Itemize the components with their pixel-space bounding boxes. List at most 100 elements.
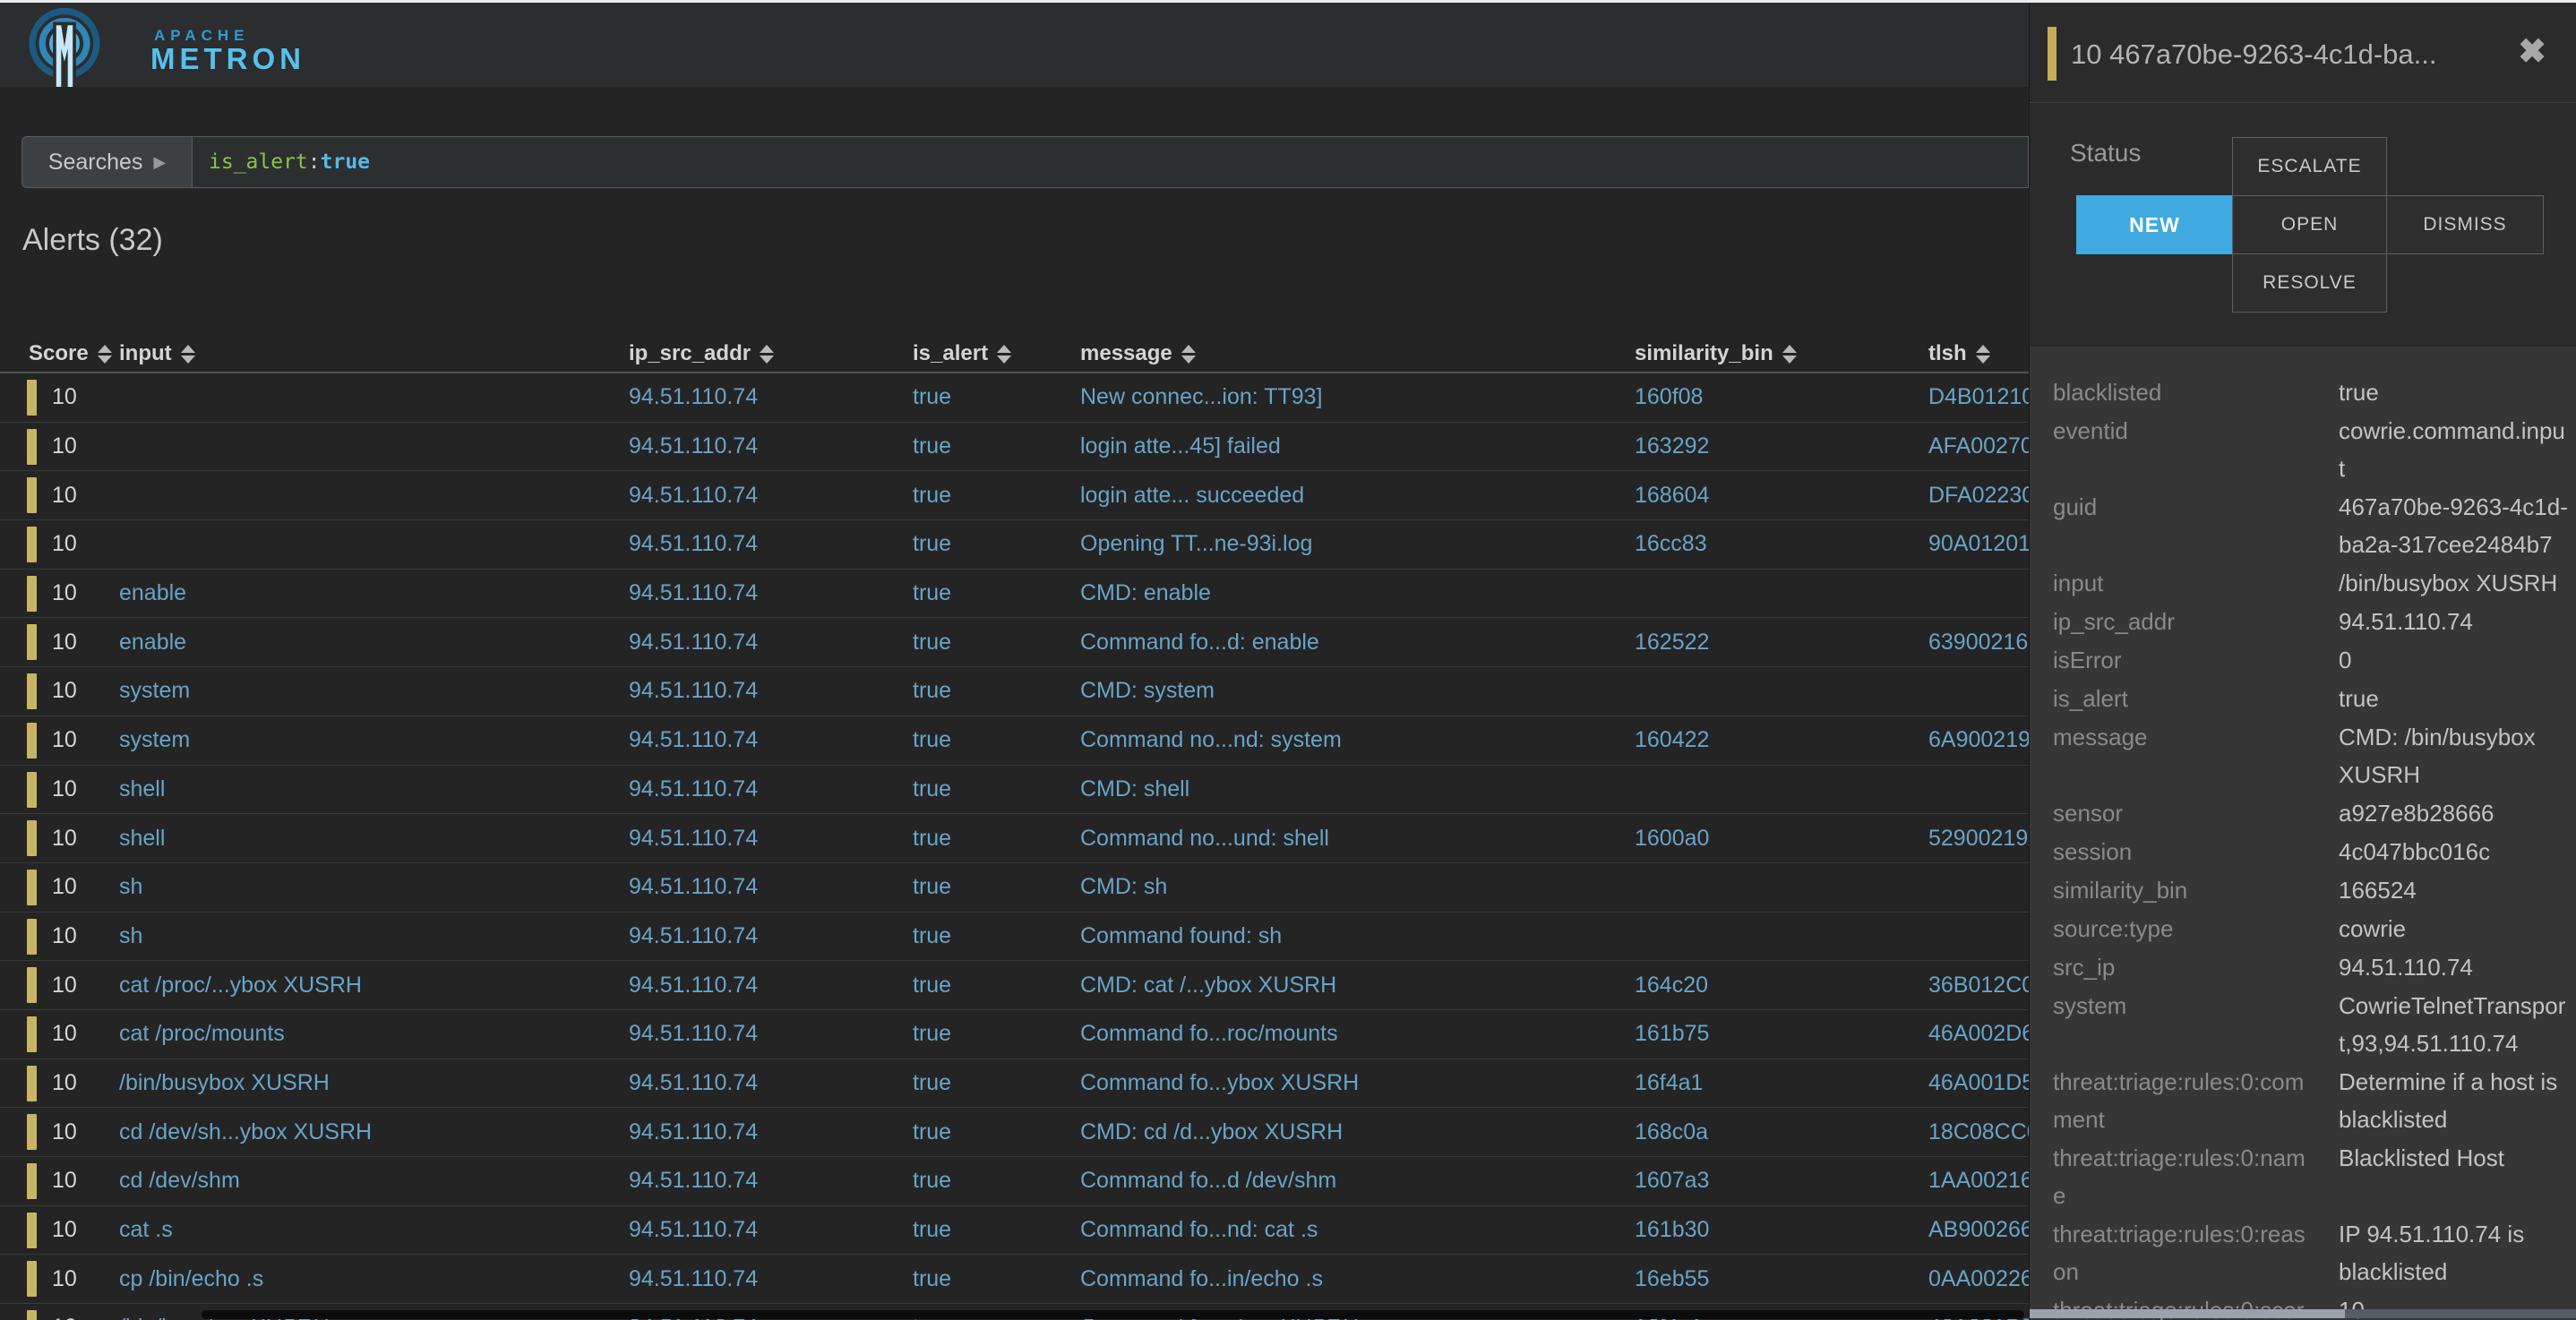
table-row[interactable]: 10/bin/busybox XUSRH94.51.110.74trueComm… bbox=[0, 1059, 2029, 1109]
cell-ip: 94.51.110.74 bbox=[629, 1059, 758, 1108]
cell-input: shell bbox=[119, 814, 621, 862]
column-header-score[interactable]: Score bbox=[29, 336, 112, 372]
table-row[interactable]: 1094.51.110.74trueOpening TT...ne-93i.lo… bbox=[0, 520, 2029, 570]
resolve-status-button[interactable]: RESOLVE bbox=[2232, 253, 2387, 313]
cell-alert: true bbox=[913, 471, 951, 519]
cell-input: cat /proc/mounts bbox=[119, 1010, 621, 1059]
cell-input: system bbox=[119, 716, 621, 765]
score-accent-bar bbox=[27, 870, 37, 905]
score-accent-bar bbox=[27, 624, 37, 660]
new-status-button[interactable]: NEW bbox=[2076, 195, 2233, 254]
table-row[interactable]: 10sh94.51.110.74trueCMD: sh bbox=[0, 863, 2029, 913]
column-header-ip[interactable]: ip_src_addr bbox=[629, 336, 774, 372]
cell-alert: true bbox=[913, 423, 951, 471]
table-row[interactable]: 10cat /proc/mounts94.51.110.74trueComman… bbox=[0, 1010, 2029, 1059]
caret-right-icon: ▶ bbox=[153, 153, 166, 172]
detail-value: 166524 bbox=[2339, 871, 2568, 909]
table-row[interactable]: 1094.51.110.74truelogin atte...45] faile… bbox=[0, 423, 2029, 472]
table-row[interactable]: 1094.51.110.74truelogin atte... succeede… bbox=[0, 471, 2029, 520]
column-header-input[interactable]: input bbox=[119, 336, 195, 372]
column-header-msg[interactable]: message bbox=[1080, 336, 1196, 372]
cell-alert: true bbox=[913, 618, 951, 666]
cell-msg: CMD: cat /...ybox XUSRH bbox=[1080, 961, 1627, 1009]
table-horizontal-scrollbar[interactable] bbox=[202, 1310, 2024, 1319]
cell-alert: true bbox=[913, 1157, 951, 1205]
table-row[interactable]: 10cat .s94.51.110.74trueCommand fo...nd:… bbox=[0, 1206, 2029, 1256]
column-header-alert[interactable]: is_alert bbox=[913, 336, 1011, 372]
table-row[interactable]: 10cd /dev/shm94.51.110.74trueCommand fo.… bbox=[0, 1157, 2029, 1206]
cell-score: 10 bbox=[52, 1157, 77, 1205]
brand-metron-label: METRON bbox=[150, 42, 305, 76]
score-accent-bar bbox=[27, 527, 37, 562]
cell-ip: 94.51.110.74 bbox=[629, 913, 758, 961]
cell-sim: 16f4a1 bbox=[1635, 1059, 1703, 1108]
table-row[interactable]: 10system94.51.110.74trueCommand no...nd:… bbox=[0, 716, 2029, 766]
column-header-tlsh[interactable]: tlsh bbox=[1928, 336, 1990, 372]
column-header-label: ip_src_addr bbox=[629, 341, 751, 366]
cell-ip: 94.51.110.74 bbox=[629, 1010, 758, 1059]
cell-tlsh: AB9002661 bbox=[1928, 1206, 2029, 1255]
cell-input: system bbox=[119, 667, 621, 716]
open-status-button[interactable]: OPEN bbox=[2232, 195, 2387, 254]
cell-alert: true bbox=[913, 913, 951, 961]
detail-row: blacklistedtrue bbox=[2053, 373, 2568, 411]
detail-row: session4c047bbc016c bbox=[2053, 833, 2568, 870]
escalate-button[interactable]: ESCALATE bbox=[2232, 137, 2387, 196]
table-row[interactable]: 10shell94.51.110.74trueCMD: shell bbox=[0, 766, 2029, 815]
detail-value: IP 94.51.110.74 is blacklisted bbox=[2339, 1215, 2568, 1290]
cell-msg: Command fo...ybox XUSRH bbox=[1080, 1059, 1627, 1108]
search-query-input[interactable]: is_alert : true bbox=[193, 136, 2029, 188]
table-row[interactable]: 10shell94.51.110.74trueCommand no...und:… bbox=[0, 814, 2029, 863]
detail-key: threat:triage:rules:0:reason bbox=[2053, 1215, 2311, 1290]
cell-msg: Command fo...d /dev/shm bbox=[1080, 1157, 1627, 1205]
cell-tlsh bbox=[1928, 667, 2029, 716]
detail-value: cowrie bbox=[2339, 910, 2568, 947]
cell-msg: Command no...nd: system bbox=[1080, 716, 1627, 765]
cell-score: 10 bbox=[52, 423, 77, 471]
cell-tlsh: 52900219A bbox=[1928, 814, 2029, 862]
cell-msg: New connec...ion: TT93] bbox=[1080, 373, 1627, 422]
score-accent-bar bbox=[27, 1310, 37, 1320]
cell-sim: 168604 bbox=[1635, 471, 1709, 519]
table-row[interactable]: 10sh94.51.110.74trueCommand found: sh bbox=[0, 913, 2029, 962]
table-row[interactable]: 10enable94.51.110.74trueCommand fo...d: … bbox=[0, 618, 2029, 667]
cell-tlsh bbox=[1928, 863, 2029, 912]
panel-scrollbar-thumb[interactable] bbox=[2030, 1309, 2345, 1318]
cell-alert: true bbox=[913, 814, 951, 862]
table-row[interactable]: 10cd /dev/sh...ybox XUSRH94.51.110.74tru… bbox=[0, 1108, 2029, 1157]
query-colon-token: : bbox=[308, 150, 321, 174]
detail-value: true bbox=[2339, 680, 2568, 717]
score-accent-bar bbox=[27, 820, 37, 856]
cell-msg: login atte... succeeded bbox=[1080, 471, 1627, 519]
detail-key: system bbox=[2053, 987, 2311, 1062]
cell-input: sh bbox=[119, 863, 621, 912]
table-row[interactable]: 10enable94.51.110.74trueCMD: enable bbox=[0, 570, 2029, 619]
table-row[interactable]: 1094.51.110.74trueNew connec...ion: TT93… bbox=[0, 373, 2029, 423]
score-accent-bar bbox=[27, 477, 37, 513]
close-icon[interactable]: ✖ bbox=[2518, 35, 2546, 69]
cell-score: 10 bbox=[52, 1206, 77, 1255]
detail-value: 4c047bbc016c bbox=[2339, 833, 2568, 870]
cell-ip: 94.51.110.74 bbox=[629, 520, 758, 569]
searches-menu-button[interactable]: Searches ▶ bbox=[21, 136, 193, 188]
cell-input bbox=[119, 423, 621, 471]
detail-key: eventid bbox=[2053, 412, 2311, 487]
detail-value: 94.51.110.74 bbox=[2339, 948, 2568, 986]
table-row[interactable]: 10cp /bin/echo .s94.51.110.74trueCommand… bbox=[0, 1255, 2029, 1304]
alerts-main-area: Searches ▶ is_alert : true Alerts (32) S… bbox=[0, 87, 2029, 1320]
cell-tlsh: 46A002D6F bbox=[1928, 1010, 2029, 1059]
dismiss-status-button[interactable]: DISMISS bbox=[2386, 195, 2544, 254]
cell-tlsh bbox=[1928, 913, 2029, 961]
detail-value: CMD: /bin/busybox XUSRH bbox=[2339, 718, 2568, 793]
detail-key: similarity_bin bbox=[2053, 871, 2311, 909]
cell-score: 10 bbox=[52, 766, 77, 814]
column-header-sim[interactable]: similarity_bin bbox=[1635, 336, 1797, 372]
table-row[interactable]: 10cat /proc/...ybox XUSRH94.51.110.74tru… bbox=[0, 961, 2029, 1010]
table-row[interactable]: 10system94.51.110.74trueCMD: system bbox=[0, 667, 2029, 716]
cell-ip: 94.51.110.74 bbox=[629, 814, 758, 862]
cell-sim: 162522 bbox=[1635, 618, 1709, 666]
detail-value: Blacklisted Host bbox=[2339, 1139, 2568, 1214]
cell-tlsh: 46A001D52 bbox=[1928, 1059, 2029, 1108]
cell-tlsh: 1AA002161 bbox=[1928, 1157, 2029, 1205]
detail-row: threat:triage:rules:0:nameBlacklisted Ho… bbox=[2053, 1139, 2568, 1214]
